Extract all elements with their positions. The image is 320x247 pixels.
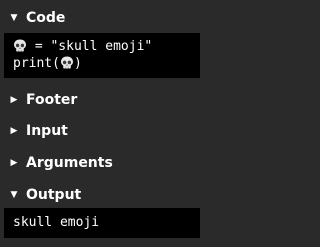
caret-right-icon: ▶ <box>10 95 18 105</box>
code-editor[interactable]: = "skull emoji" print() <box>4 33 200 78</box>
section-header-arguments[interactable]: ▶ Arguments <box>0 149 204 177</box>
code-line-2-suffix: ) <box>73 56 82 71</box>
section-header-code[interactable]: ▼ Code <box>0 4 204 32</box>
section-header-input[interactable]: ▶ Input <box>0 117 204 145</box>
section-label-input: Input <box>26 123 68 139</box>
section-header-output[interactable]: ▼ Output <box>0 181 204 209</box>
caret-down-icon: ▼ <box>10 190 18 200</box>
section-header-footer[interactable]: ▶ Footer <box>0 86 204 114</box>
skull-emoji-icon <box>13 39 27 54</box>
section-label-code: Code <box>26 10 66 26</box>
section-label-footer: Footer <box>26 92 78 108</box>
skull-emoji-icon <box>60 56 74 71</box>
caret-right-icon: ▶ <box>10 158 18 168</box>
section-label-arguments: Arguments <box>26 155 113 171</box>
output-text: skull emoji <box>13 215 100 230</box>
output-panel[interactable]: skull emoji <box>4 208 200 238</box>
code-line-2-prefix: print( <box>13 56 60 71</box>
caret-right-icon: ▶ <box>10 126 18 136</box>
caret-down-icon: ▼ <box>10 13 18 23</box>
code-line-1-text: = "skull emoji" <box>27 39 153 54</box>
section-label-output: Output <box>26 187 82 203</box>
